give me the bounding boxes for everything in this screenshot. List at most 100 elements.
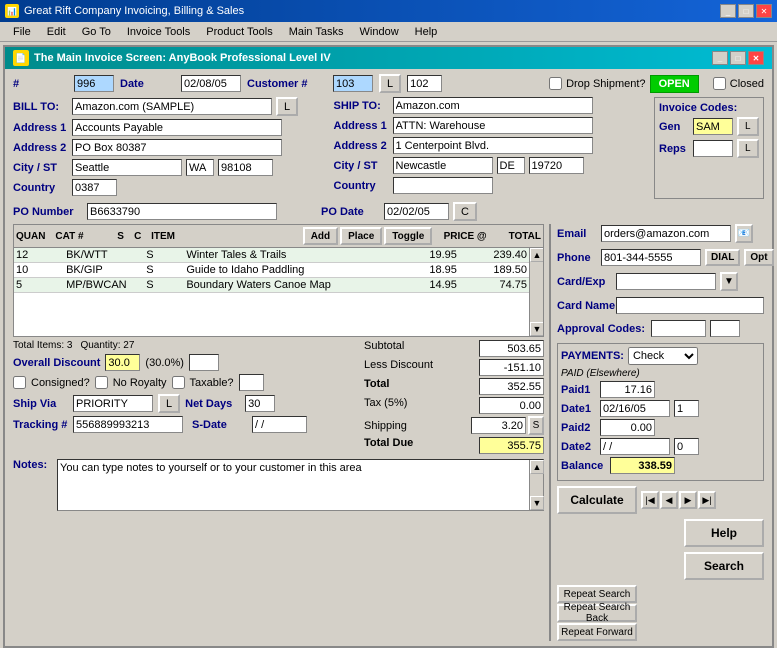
nav-next-button[interactable]: ▶	[679, 491, 697, 509]
reps-L-button[interactable]: L	[737, 139, 759, 158]
scroll-up-button[interactable]: ▲	[530, 248, 544, 262]
ship-address2-field[interactable]	[393, 137, 593, 154]
menu-main-tasks[interactable]: Main Tasks	[281, 25, 352, 39]
notes-scroll-up[interactable]: ▲	[530, 460, 544, 474]
address2-field[interactable]	[72, 139, 282, 156]
menu-goto[interactable]: Go To	[74, 25, 119, 39]
less-discount-field[interactable]	[479, 359, 544, 376]
approval-field1[interactable]	[651, 320, 706, 337]
discount-extra-field[interactable]	[189, 354, 219, 371]
menu-invoice-tools[interactable]: Invoice Tools	[119, 25, 198, 39]
gen-field[interactable]	[693, 118, 733, 135]
nav-prev-button[interactable]: ◀	[660, 491, 678, 509]
ship-state-field[interactable]	[497, 157, 525, 174]
consigned-checkbox[interactable]	[13, 376, 26, 389]
paid1-field[interactable]	[600, 381, 655, 398]
add-button[interactable]: Add	[303, 227, 338, 245]
repeat-forward-button[interactable]: Repeat Forward	[557, 623, 637, 641]
opt-button[interactable]: Opt	[744, 249, 773, 266]
place-button[interactable]: Place	[340, 227, 382, 245]
balance-field[interactable]	[610, 457, 675, 474]
notes-scrollbar[interactable]: ▲ ▼	[529, 460, 543, 510]
ship-via-field[interactable]	[73, 395, 153, 412]
invoice-number-field[interactable]	[74, 75, 114, 92]
window-minimize[interactable]: _	[712, 51, 728, 65]
ship-address1-field[interactable]	[393, 117, 593, 134]
customer-L-button[interactable]: L	[379, 74, 401, 93]
tracking-field[interactable]	[73, 416, 183, 433]
date-field[interactable]	[181, 75, 241, 92]
menu-window[interactable]: Window	[352, 25, 407, 39]
window-close[interactable]: ✕	[748, 51, 764, 65]
repeat-search-button[interactable]: Repeat Search	[557, 585, 637, 603]
state-field[interactable]	[186, 159, 214, 176]
taxable-field[interactable]	[239, 374, 264, 391]
po-date-field[interactable]	[384, 203, 449, 220]
bill-to-name-field[interactable]	[72, 98, 272, 115]
ship-city-field[interactable]	[393, 157, 493, 174]
ship-country-field[interactable]	[393, 177, 493, 194]
drop-shipment-checkbox[interactable]	[549, 77, 562, 90]
approval-field2[interactable]	[710, 320, 740, 337]
shipping-field[interactable]	[471, 417, 526, 434]
s-date-field[interactable]	[252, 416, 307, 433]
phone-field[interactable]	[601, 249, 701, 266]
payment-type-select[interactable]: Check Cash Credit	[628, 347, 698, 365]
items-scrollbar[interactable]: ▲ ▼	[529, 248, 543, 336]
nav-last-button[interactable]: ▶|	[698, 491, 716, 509]
menu-product-tools[interactable]: Product Tools	[198, 25, 280, 39]
no-royalty-checkbox[interactable]	[95, 376, 108, 389]
city-field[interactable]	[72, 159, 182, 176]
date2-num[interactable]	[674, 438, 699, 455]
card-name-field[interactable]	[616, 297, 764, 314]
date2-field[interactable]	[600, 438, 670, 455]
address1-field[interactable]	[72, 119, 282, 136]
email-icon-button[interactable]: 📧	[735, 224, 753, 243]
net-days-field[interactable]	[245, 395, 275, 412]
menu-help[interactable]: Help	[407, 25, 446, 39]
repeat-search-back-button[interactable]: Repeat Search Back	[557, 604, 637, 622]
total-field[interactable]	[479, 378, 544, 395]
taxable-checkbox[interactable]	[172, 376, 185, 389]
bill-to-L-button[interactable]: L	[276, 97, 298, 116]
minimize-button[interactable]: _	[720, 4, 736, 18]
close-button[interactable]: ✕	[756, 4, 772, 18]
window-maximize[interactable]: □	[730, 51, 746, 65]
calculate-button[interactable]: Calculate	[557, 486, 637, 514]
date1-num[interactable]	[674, 400, 699, 417]
dial-button[interactable]: DIAL	[705, 249, 740, 266]
reps-field[interactable]	[693, 140, 733, 157]
ship-zip-field[interactable]	[529, 157, 584, 174]
app-icon: 📊	[5, 4, 19, 18]
customer-number-field[interactable]	[333, 75, 373, 92]
gen-L-button[interactable]: L	[737, 117, 759, 136]
menu-edit[interactable]: Edit	[39, 25, 74, 39]
help-button[interactable]: Help	[684, 519, 764, 547]
subtotal-field[interactable]	[479, 340, 544, 357]
card-exp-field[interactable]	[616, 273, 716, 290]
search-button[interactable]: Search	[684, 552, 764, 580]
email-field[interactable]	[601, 225, 731, 242]
po-number-field[interactable]	[87, 203, 277, 220]
paid2-field[interactable]	[600, 419, 655, 436]
ship-to-name-field[interactable]	[393, 97, 593, 114]
tax-field[interactable]	[479, 397, 544, 414]
customer-code-field[interactable]	[407, 75, 442, 92]
shipping-S-button[interactable]: S	[528, 416, 544, 435]
discount-value-field[interactable]	[105, 354, 140, 371]
maximize-button[interactable]: □	[738, 4, 754, 18]
total-due-field[interactable]	[479, 437, 544, 454]
country-code-field[interactable]	[72, 179, 117, 196]
closed-checkbox[interactable]	[713, 77, 726, 90]
po-C-button[interactable]: C	[453, 202, 477, 221]
toggle-button[interactable]: Toggle	[384, 227, 432, 245]
zip-field[interactable]	[218, 159, 273, 176]
nav-first-button[interactable]: |◀	[641, 491, 659, 509]
date1-field[interactable]	[600, 400, 670, 417]
notes-textarea[interactable]: You can type notes to yourself or to you…	[58, 460, 529, 510]
notes-scroll-down[interactable]: ▼	[530, 496, 544, 510]
card-exp-dropdown[interactable]: ▼	[720, 272, 738, 291]
menu-file[interactable]: File	[5, 25, 39, 39]
scroll-down-button[interactable]: ▼	[530, 322, 544, 336]
ship-via-L-button[interactable]: L	[158, 394, 180, 413]
